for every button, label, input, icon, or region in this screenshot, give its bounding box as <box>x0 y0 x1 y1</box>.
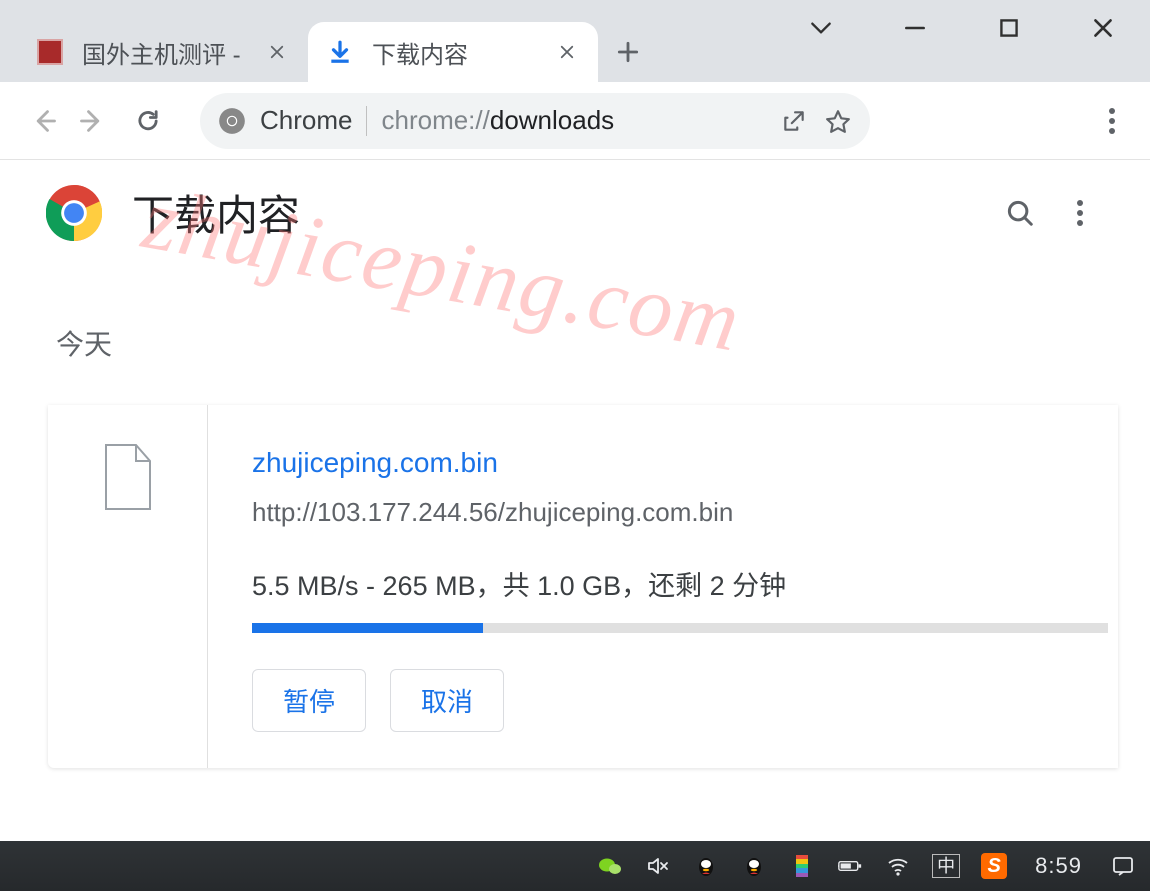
forward-button[interactable] <box>68 97 116 145</box>
pause-button[interactable]: 暂停 <box>252 669 366 732</box>
downloads-page: zhujiceping.com 下载内容 今天 <box>0 160 1150 841</box>
omnibox-divider <box>366 106 367 136</box>
tab-close-icon[interactable] <box>556 41 578 63</box>
back-button[interactable] <box>20 97 68 145</box>
system-tray: 中 S 8:59 <box>595 851 1138 881</box>
download-url: http://103.177.244.56/zhujiceping.com.bi… <box>252 497 1108 528</box>
download-progressbar <box>252 623 1108 633</box>
browser-toolbar: Chrome chrome://downloads <box>0 82 1150 160</box>
omnibox-scheme-label: Chrome <box>260 105 352 136</box>
download-actions: 暂停 取消 <box>252 669 1108 732</box>
taskbar-clock[interactable]: 8:59 <box>1035 853 1082 879</box>
qq-tray-icon-2[interactable] <box>739 851 769 881</box>
download-icon-column <box>48 405 208 768</box>
window-minimize-button[interactable] <box>868 0 962 56</box>
download-icon <box>326 38 354 66</box>
reload-button[interactable] <box>124 97 172 145</box>
wifi-icon[interactable] <box>883 851 913 881</box>
omnibox-url-page: downloads <box>490 105 614 136</box>
volume-muted-icon[interactable] <box>643 851 673 881</box>
tab-close-icon[interactable] <box>266 41 288 63</box>
file-icon <box>102 443 154 511</box>
sogou-ime-icon[interactable]: S <box>979 851 1009 881</box>
tab-favicon-site <box>36 38 64 66</box>
qq-tray-icon[interactable] <box>691 851 721 881</box>
taskbar: 中 S 8:59 <box>0 841 1150 891</box>
download-card: zhujiceping.com.bin http://103.177.244.5… <box>48 405 1118 768</box>
page-title: 下载内容 <box>132 182 984 243</box>
downloads-menu-button[interactable] <box>1056 189 1104 237</box>
browser-menu-button[interactable] <box>1088 97 1136 145</box>
cancel-button[interactable]: 取消 <box>390 669 504 732</box>
tab-background[interactable]: 国外主机测评 - <box>18 22 308 82</box>
tab-title: 国外主机测评 - <box>82 35 266 70</box>
window-close-button[interactable] <box>1056 0 1150 56</box>
omnibox-url-prefix: chrome:// <box>381 105 489 136</box>
address-bar[interactable]: Chrome chrome://downloads <box>200 93 870 149</box>
notifications-icon[interactable] <box>1108 851 1138 881</box>
tab-title: 下载内容 <box>372 35 556 70</box>
page-header: 下载内容 <box>0 160 1150 253</box>
new-tab-button[interactable] <box>598 22 658 82</box>
ime-indicator[interactable]: 中 <box>931 851 961 881</box>
section-today-label: 今天 <box>0 253 1150 363</box>
bookmark-button[interactable] <box>816 99 860 143</box>
window-dropdown-button[interactable] <box>774 0 868 56</box>
download-filename[interactable]: zhujiceping.com.bin <box>252 447 1108 479</box>
battery-icon[interactable] <box>835 851 865 881</box>
download-status: 5.5 MB/s - 265 MB，共 1.0 GB，还剩 2 分钟 <box>252 564 1108 603</box>
window-controls <box>774 0 1150 56</box>
search-downloads-button[interactable] <box>996 189 1044 237</box>
tab-active[interactable]: 下载内容 <box>308 22 598 82</box>
download-progressbar-fill <box>252 623 483 633</box>
chrome-logo-icon <box>46 185 102 241</box>
chrome-icon <box>218 107 246 135</box>
download-body: zhujiceping.com.bin http://103.177.244.5… <box>208 405 1118 768</box>
share-button[interactable] <box>772 99 816 143</box>
rainbow-tray-icon[interactable] <box>787 851 817 881</box>
window-maximize-button[interactable] <box>962 0 1056 56</box>
wechat-tray-icon[interactable] <box>595 851 625 881</box>
browser-tabstrip: 国外主机测评 - 下载内容 <box>0 0 1150 82</box>
